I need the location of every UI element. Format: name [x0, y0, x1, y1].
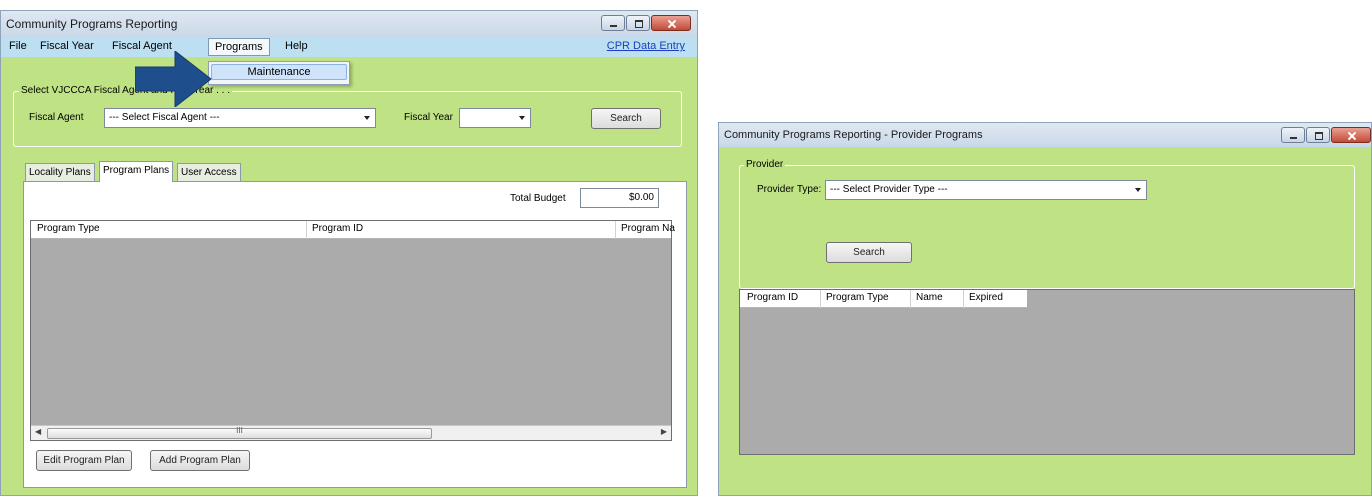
- chevron-down-icon: [519, 116, 525, 120]
- annotation-arrow-shape: [135, 51, 212, 107]
- fiscal-year-select[interactable]: [459, 108, 531, 128]
- column-expired[interactable]: Expired: [969, 292, 1003, 303]
- horizontal-scrollbar[interactable]: ◀ III ▶: [31, 425, 671, 440]
- column-name[interactable]: Name: [916, 292, 943, 303]
- provider-group-legend: Provider: [744, 159, 786, 170]
- total-budget-field: $0.00: [580, 188, 659, 208]
- fiscal-agent-value: --- Select Fiscal Agent ---: [109, 112, 220, 123]
- fiscal-agent-select[interactable]: --- Select Fiscal Agent ---: [104, 108, 376, 128]
- provider-grid-header: Program ID Program Type Name Expired: [740, 290, 1027, 308]
- add-program-plan-button[interactable]: Add Program Plan: [150, 450, 250, 471]
- chevron-down-icon: [1135, 188, 1141, 192]
- column-program-name[interactable]: Program Na: [621, 223, 675, 234]
- tab-locality-plans[interactable]: Locality Plans: [25, 163, 95, 182]
- column-program-type[interactable]: Program Type: [37, 223, 100, 234]
- minimize-icon[interactable]: [1281, 127, 1305, 143]
- provider-title-bar: Community Programs Reporting - Provider …: [719, 123, 1371, 147]
- tab-user-access[interactable]: User Access: [177, 163, 241, 182]
- main-window: Community Programs Reporting File Fiscal…: [0, 10, 698, 496]
- menu-bar: File Fiscal Year Fiscal Agent Programs H…: [1, 37, 697, 57]
- close-icon[interactable]: [1331, 127, 1371, 143]
- menu-file[interactable]: File: [9, 40, 27, 52]
- column-program-type[interactable]: Program Type: [826, 292, 889, 303]
- scroll-thumb[interactable]: III: [47, 426, 432, 439]
- scroll-left-icon[interactable]: ◀: [35, 427, 41, 436]
- program-plans-grid[interactable]: Program Type Program ID Program Na ◀ III…: [30, 220, 675, 441]
- scroll-right-icon[interactable]: ▶: [661, 427, 667, 436]
- fiscal-year-label: Fiscal Year: [404, 112, 453, 123]
- main-window-title: Community Programs Reporting: [6, 17, 178, 31]
- chevron-down-icon: [364, 116, 370, 120]
- provider-search-button[interactable]: Search: [826, 242, 912, 263]
- fiscal-agent-label: Fiscal Agent: [29, 112, 84, 123]
- menu-programs[interactable]: Programs: [208, 38, 270, 56]
- provider-type-value: --- Select Provider Type ---: [830, 184, 948, 195]
- provider-client-area: Provider Provider Type: --- Select Provi…: [719, 147, 1371, 495]
- programs-dropdown-menu: Maintenance: [208, 61, 350, 85]
- main-client-area: File Fiscal Year Fiscal Agent Programs H…: [1, 37, 697, 495]
- annotation-arrow-icon: [135, 51, 212, 107]
- minimize-icon[interactable]: [601, 15, 625, 31]
- cpr-data-entry-link[interactable]: CPR Data Entry: [607, 40, 685, 52]
- total-budget-value: $0.00: [628, 192, 654, 203]
- total-budget-label: Total Budget: [510, 193, 566, 204]
- column-program-id[interactable]: Program ID: [312, 223, 363, 234]
- menu-fiscal-year[interactable]: Fiscal Year: [40, 40, 94, 52]
- main-title-bar: Community Programs Reporting: [1, 11, 697, 37]
- edit-program-plan-button[interactable]: Edit Program Plan: [36, 450, 132, 471]
- provider-programs-grid[interactable]: Program ID Program Type Name Expired: [739, 289, 1355, 455]
- grid-header: Program Type Program ID Program Na: [31, 221, 675, 239]
- provider-type-select[interactable]: --- Select Provider Type ---: [825, 180, 1147, 200]
- search-button[interactable]: Search: [591, 108, 661, 129]
- tab-program-plans[interactable]: Program Plans: [99, 161, 174, 182]
- menu-item-maintenance[interactable]: Maintenance: [211, 64, 347, 80]
- menu-help[interactable]: Help: [285, 40, 308, 52]
- provider-window: Community Programs Reporting - Provider …: [718, 122, 1372, 496]
- provider-window-title: Community Programs Reporting - Provider …: [724, 129, 983, 141]
- column-program-id[interactable]: Program ID: [747, 292, 798, 303]
- provider-type-label: Provider Type:: [757, 184, 822, 195]
- scroll-thumb-grip: III: [236, 426, 243, 435]
- close-icon[interactable]: [651, 15, 691, 31]
- maximize-icon[interactable]: [626, 15, 650, 31]
- maximize-icon[interactable]: [1306, 127, 1330, 143]
- program-plans-tab-page: Total Budget $0.00 Program Type Program …: [23, 181, 687, 488]
